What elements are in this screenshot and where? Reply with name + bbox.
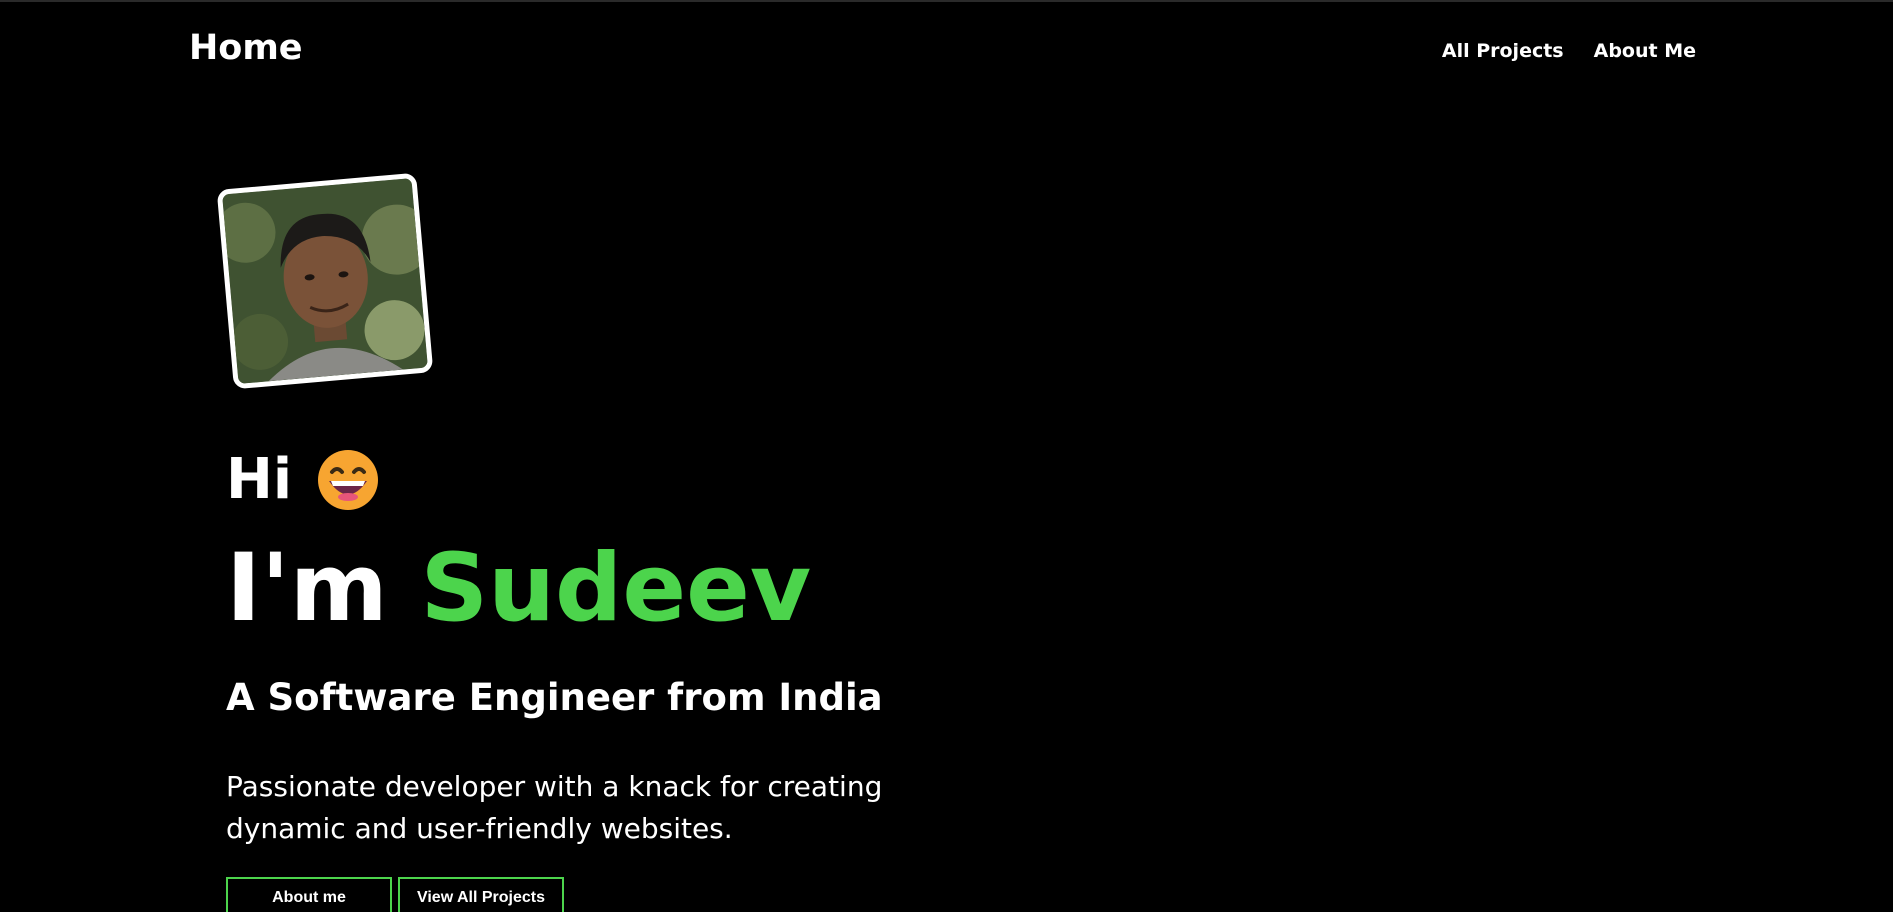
portfolio-page: Home All Projects About Me Hi I'm Sudeev… [0,0,1893,912]
hero-name: Sudeev [420,534,812,643]
about-me-button[interactable]: About me [226,877,392,912]
grinning-face-emoji-icon [318,450,379,510]
hero-headline: I'm Sudeev [226,542,811,636]
greeting: Hi [226,448,380,512]
intro-prefix: I'm [226,534,388,643]
view-all-projects-button[interactable]: View All Projects [398,877,564,912]
profile-photo [216,172,434,390]
hero-description: Passionate developer with a knack for cr… [226,770,883,845]
nav-links: All Projects About Me [1442,40,1696,62]
home-link[interactable]: Home [189,28,303,68]
hero-subtitle: A Software Engineer from India [226,676,883,719]
navbar: Home All Projects About Me [0,0,1893,104]
profile-photo-illustration [222,178,428,384]
nav-about-me-link[interactable]: About Me [1594,40,1696,62]
nav-all-projects-link[interactable]: All Projects [1442,40,1564,62]
greeting-text: Hi [226,447,293,512]
hero-buttons: About me View All Projects [226,877,564,912]
